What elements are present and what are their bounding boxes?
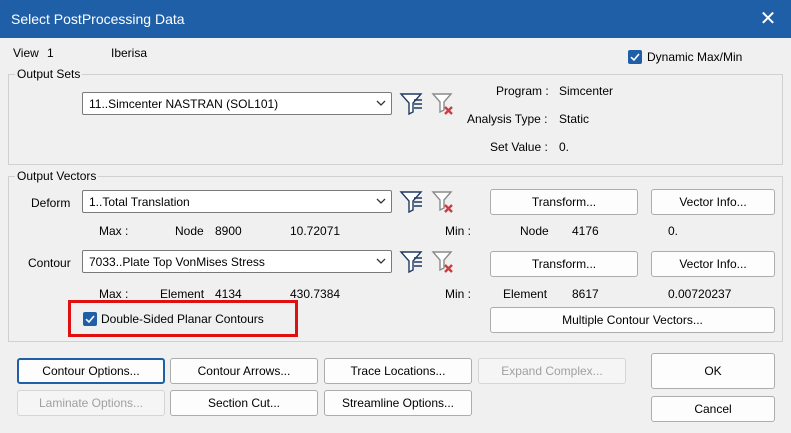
contour-vector-select[interactable]: 7033..Plate Top VonMises Stress bbox=[82, 250, 392, 273]
set-value-value: 0. bbox=[559, 140, 570, 154]
deform-min-type: Node bbox=[520, 224, 549, 238]
deform-vector-info-button[interactable]: Vector Info... bbox=[651, 189, 775, 215]
output-set-select[interactable]: 11..Simcenter NASTRAN (SOL101) bbox=[82, 92, 392, 115]
chevron-down-icon bbox=[376, 100, 386, 106]
deform-vector-select[interactable]: 1..Total Translation bbox=[82, 190, 392, 213]
ok-button[interactable]: OK bbox=[651, 353, 775, 389]
program-label: Program : bbox=[496, 84, 549, 98]
filter-clear-icon[interactable] bbox=[430, 249, 456, 275]
contour-max-id: 4134 bbox=[215, 287, 242, 301]
deform-min-label: Min : bbox=[445, 224, 472, 238]
filter-clear-icon[interactable] bbox=[430, 189, 456, 215]
section-cut-button[interactable]: Section Cut... bbox=[170, 390, 318, 416]
deform-label: Deform bbox=[31, 196, 71, 210]
contour-label: Contour bbox=[28, 256, 71, 270]
contour-min-value: 0.00720237 bbox=[668, 287, 732, 301]
contour-min-type: Element bbox=[503, 287, 548, 301]
checkmark-icon bbox=[85, 315, 95, 324]
set-value-label: Set Value : bbox=[490, 140, 548, 154]
output-sets-group-label: Output Sets bbox=[15, 67, 83, 81]
deform-min-id: 4176 bbox=[572, 224, 599, 238]
cancel-button[interactable]: Cancel bbox=[651, 396, 775, 422]
analysis-type-label: Analysis Type : bbox=[467, 112, 548, 126]
multiple-contour-vectors-button[interactable]: Multiple Contour Vectors... bbox=[490, 307, 775, 333]
dynamic-maxmin-label: Dynamic Max/Min bbox=[647, 50, 743, 64]
deform-vector-value: 1..Total Translation bbox=[89, 195, 190, 209]
view-label: View bbox=[13, 46, 39, 60]
output-sets-group bbox=[8, 74, 783, 165]
contour-min-id: 8617 bbox=[572, 287, 599, 301]
double-sided-label: Double-Sided Planar Contours bbox=[101, 312, 264, 326]
streamline-options-button[interactable]: Streamline Options... bbox=[324, 390, 472, 416]
deform-max-value: 10.72071 bbox=[290, 224, 341, 238]
program-value: Simcenter bbox=[559, 84, 614, 98]
checkmark-icon bbox=[630, 53, 640, 62]
contour-vector-info-button[interactable]: Vector Info... bbox=[651, 251, 775, 277]
contour-vector-value: 7033..Plate Top VonMises Stress bbox=[89, 255, 265, 269]
filter-list-icon[interactable] bbox=[398, 189, 424, 215]
trace-locations-button[interactable]: Trace Locations... bbox=[324, 358, 472, 384]
contour-max-label: Max : bbox=[99, 287, 129, 301]
filter-list-icon[interactable] bbox=[398, 91, 424, 117]
contour-transform-button[interactable]: Transform... bbox=[490, 251, 638, 277]
view-name: Iberisa bbox=[111, 46, 148, 60]
contour-arrows-button[interactable]: Contour Arrows... bbox=[170, 358, 318, 384]
output-vectors-group-label: Output Vectors bbox=[15, 169, 99, 183]
contour-min-label: Min : bbox=[445, 287, 472, 301]
output-set-value: 11..Simcenter NASTRAN (SOL101) bbox=[89, 97, 279, 111]
dynamic-maxmin-checkbox[interactable] bbox=[628, 50, 642, 64]
window-title: Select PostProcessing Data bbox=[11, 11, 185, 27]
deform-max-label: Max : bbox=[99, 224, 129, 238]
analysis-type-value: Static bbox=[559, 112, 590, 126]
deform-max-type: Node bbox=[175, 224, 204, 238]
title-bar: Select PostProcessing Data ✕ bbox=[0, 0, 791, 38]
expand-complex-button[interactable]: Expand Complex... bbox=[478, 358, 626, 384]
double-sided-checkbox[interactable] bbox=[83, 312, 97, 326]
deform-min-value: 0. bbox=[668, 224, 679, 238]
deform-max-id: 8900 bbox=[215, 224, 242, 238]
chevron-down-icon bbox=[376, 198, 386, 204]
contour-max-type: Element bbox=[160, 287, 205, 301]
close-icon[interactable]: ✕ bbox=[745, 0, 791, 38]
chevron-down-icon bbox=[376, 258, 386, 264]
contour-max-value: 430.7384 bbox=[290, 287, 341, 301]
filter-clear-icon[interactable] bbox=[430, 91, 456, 117]
deform-transform-button[interactable]: Transform... bbox=[490, 189, 638, 215]
laminate-options-button[interactable]: Laminate Options... bbox=[17, 390, 165, 416]
view-number: 1 bbox=[47, 46, 54, 60]
contour-options-button[interactable]: Contour Options... bbox=[17, 358, 165, 384]
filter-list-icon[interactable] bbox=[398, 249, 424, 275]
